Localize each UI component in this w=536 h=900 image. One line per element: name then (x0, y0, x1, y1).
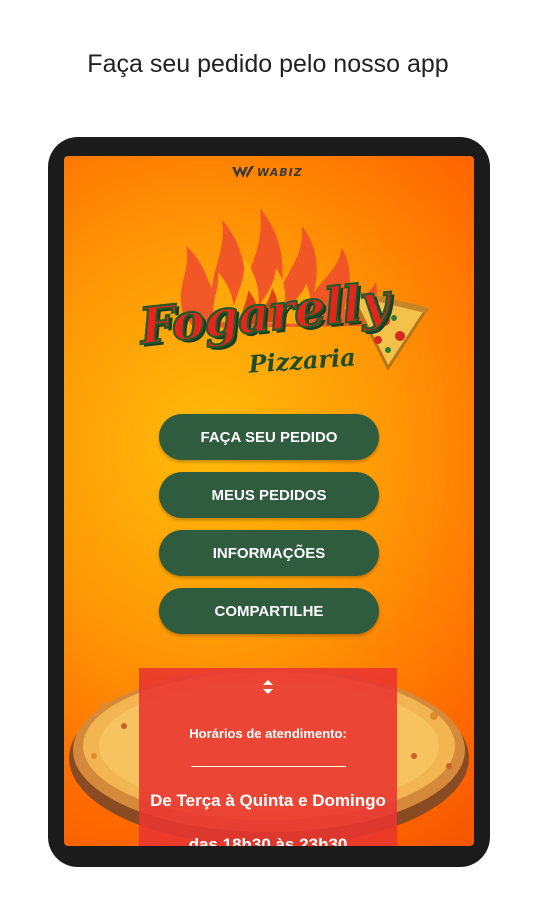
sort-arrows-icon[interactable] (260, 678, 276, 696)
hours-time: das 18h30 às 23h30 (188, 835, 348, 846)
pizzeria-logo: Fogarelly Pizzaria (114, 196, 434, 386)
hours-days: De Terça à Quinta e Domingo (150, 791, 386, 810)
opening-hours-panel: Horários de atendimento: De Terça à Quin… (139, 668, 397, 846)
info-button[interactable]: INFORMAÇÕES (159, 530, 379, 576)
logo-subtitle: Pizzaria (247, 342, 357, 379)
wabiz-logo-icon (232, 166, 254, 178)
headline: Faça seu pedido pelo nosso app (87, 50, 449, 78)
app-screen: WABIZ Fogarelly Pizzaria FAÇA SEU PEDIDO… (64, 156, 474, 846)
hours-title: Horários de atendimento: (189, 726, 347, 741)
wabiz-brand: WABIZ (232, 164, 303, 180)
hours-divider (191, 766, 346, 767)
wabiz-brand-text: WABIZ (257, 165, 303, 179)
my-orders-button[interactable]: MEUS PEDIDOS (159, 472, 379, 518)
share-button[interactable]: COMPARTILHE (159, 588, 379, 634)
order-button[interactable]: FAÇA SEU PEDIDO (159, 414, 379, 460)
